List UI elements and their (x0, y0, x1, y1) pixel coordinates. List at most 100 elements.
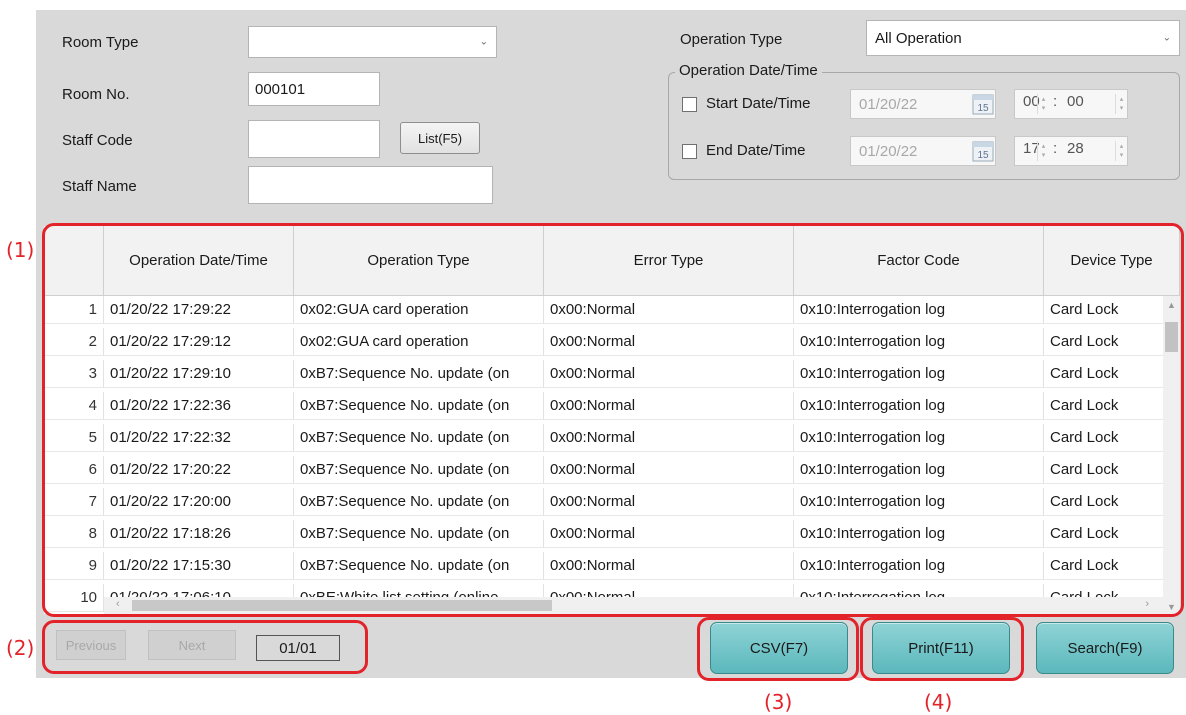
cell-operation-type: 0xB7:Sequence No. update (on (294, 552, 544, 580)
room-type-dropdown[interactable]: ⌄ (248, 26, 497, 58)
calendar-day: 15 (977, 150, 989, 161)
cell-operation-datetime: 01/20/22 17:20:22 (104, 456, 294, 484)
column-header-error-type[interactable]: Error Type (544, 226, 794, 296)
cell-operation-datetime: 01/20/22 17:22:36 (104, 392, 294, 420)
row-number: 6 (44, 456, 104, 484)
cell-device-type: Card Lock (1044, 424, 1164, 452)
cell-device-type: Card Lock (1044, 328, 1164, 356)
row-number: 4 (44, 392, 104, 420)
start-date-value: 01/20/22 (859, 95, 918, 113)
end-minute: 28 (1067, 140, 1084, 157)
calendar-icon[interactable]: 15 (972, 140, 994, 162)
row-number: 1 (44, 296, 104, 324)
table-row[interactable]: 8 01/20/22 17:18:26 0xB7:Sequence No. upda… (44, 520, 1164, 548)
start-datetime-checkbox[interactable] (682, 97, 697, 112)
list-button[interactable]: List(F5) (400, 122, 480, 154)
table-row[interactable]: 2 01/20/22 17:29:12 0x02:GUA card operatio… (44, 328, 1164, 356)
hour-spinner-icon[interactable]: ▴ ▾ (1037, 141, 1049, 161)
column-header-operation-datetime[interactable]: Operation Date/Time (104, 226, 294, 296)
row-number: 8 (44, 520, 104, 548)
cell-factor-code: 0x10:Interrogation log (794, 328, 1044, 356)
cell-device-type: Card Lock (1044, 360, 1164, 388)
table-row[interactable]: 1 01/20/22 17:29:22 0x02:GUA card operatio… (44, 296, 1164, 324)
cell-operation-type: 0xB7:Sequence No. update (on (294, 424, 544, 452)
row-number: 3 (44, 360, 104, 388)
cell-error-type: 0x00:Normal (544, 520, 794, 548)
start-time-picker[interactable]: 00 : 00 ▴ ▾ ▴ ▾ (1014, 89, 1128, 119)
staff-code-label: Staff Code (62, 132, 133, 149)
cell-operation-type: 0x02:GUA card operation (294, 328, 544, 356)
cell-operation-type: 0xB7:Sequence No. update (on (294, 360, 544, 388)
staff-code-input[interactable] (248, 120, 380, 158)
cell-factor-code: 0x10:Interrogation log (794, 520, 1044, 548)
calendar-icon[interactable]: 15 (972, 93, 994, 115)
vertical-scrollbar[interactable]: ▲ ▼ (1163, 296, 1180, 614)
callout-label-2: (2) (6, 636, 35, 660)
operation-type-dropdown[interactable]: All Operation ⌄ (866, 20, 1180, 56)
previous-button[interactable]: Previous (56, 630, 126, 660)
cell-operation-datetime: 01/20/22 17:29:22 (104, 296, 294, 324)
cell-device-type: Card Lock (1044, 296, 1164, 324)
row-number: 2 (44, 328, 104, 356)
start-datetime-label: Start Date/Time (706, 95, 811, 112)
cell-error-type: 0x00:Normal (544, 488, 794, 516)
cell-device-type: Card Lock (1044, 488, 1164, 516)
cell-factor-code: 0x10:Interrogation log (794, 552, 1044, 580)
chevron-down-icon: ⌄ (1162, 32, 1171, 44)
page-indicator: 01/01 (256, 635, 340, 661)
end-time-picker[interactable]: 17 : 28 ▴ ▾ ▴ ▾ (1014, 136, 1128, 166)
end-datetime-checkbox[interactable] (682, 144, 697, 159)
minute-spinner-icon[interactable]: ▴ ▾ (1115, 141, 1127, 161)
staff-name-input[interactable] (248, 166, 493, 204)
cell-operation-type: 0xB7:Sequence No. update (on (294, 488, 544, 516)
operation-type-label: Operation Type (680, 31, 783, 48)
scroll-down-icon[interactable]: ▼ (1167, 602, 1176, 612)
table-row[interactable]: 4 01/20/22 17:22:36 0xB7:Sequence No. upda… (44, 392, 1164, 420)
cell-device-type: Card Lock (1044, 392, 1164, 420)
column-header-operation-type[interactable]: Operation Type (294, 226, 544, 296)
scroll-thumb[interactable] (132, 600, 552, 611)
scroll-right-icon[interactable]: › (1145, 598, 1149, 610)
callout-label-4: (4) (924, 690, 953, 714)
horizontal-scrollbar[interactable]: ‹ › (104, 597, 1163, 614)
row-number: 10 (44, 584, 104, 612)
row-number-header (44, 226, 104, 296)
minute-spinner-icon[interactable]: ▴ ▾ (1115, 94, 1127, 114)
time-separator: : (1053, 140, 1058, 157)
cell-error-type: 0x00:Normal (544, 392, 794, 420)
scroll-up-icon[interactable]: ▲ (1167, 300, 1176, 310)
cell-operation-datetime: 01/20/22 17:29:12 (104, 328, 294, 356)
callout-label-1: (1) (6, 238, 35, 262)
table-row[interactable]: 7 01/20/22 17:20:00 0xB7:Sequence No. upda… (44, 488, 1164, 516)
results-grid[interactable]: Operation Date/Time Operation Type Error… (44, 226, 1180, 614)
scroll-thumb[interactable] (1165, 322, 1178, 352)
operation-type-value: All Operation (875, 29, 962, 47)
callout-label-3: (3) (764, 690, 793, 714)
table-row[interactable]: 3 01/20/22 17:29:10 0xB7:Sequence No. upda… (44, 360, 1164, 388)
cell-factor-code: 0x10:Interrogation log (794, 424, 1044, 452)
table-row[interactable]: 9 01/20/22 17:15:30 0xB7:Sequence No. upda… (44, 552, 1164, 580)
cell-device-type: Card Lock (1044, 552, 1164, 580)
csv-button[interactable]: CSV(F7) (710, 622, 848, 674)
column-header-factor-code[interactable]: Factor Code (794, 226, 1044, 296)
row-number: 7 (44, 488, 104, 516)
table-row[interactable]: 5 01/20/22 17:22:32 0xB7:Sequence No. upda… (44, 424, 1164, 452)
table-row[interactable]: 6 01/20/22 17:20:22 0xB7:Sequence No. upda… (44, 456, 1164, 484)
next-button[interactable]: Next (148, 630, 236, 660)
cell-device-type: Card Lock (1044, 456, 1164, 484)
hour-spinner-icon[interactable]: ▴ ▾ (1037, 94, 1049, 114)
cell-operation-datetime: 01/20/22 17:20:00 (104, 488, 294, 516)
search-button[interactable]: Search(F9) (1036, 622, 1174, 674)
room-no-label: Room No. (62, 86, 130, 103)
scroll-left-icon[interactable]: ‹ (116, 598, 120, 610)
start-minute: 00 (1067, 93, 1084, 110)
cell-operation-type: 0x02:GUA card operation (294, 296, 544, 324)
cell-error-type: 0x00:Normal (544, 296, 794, 324)
operation-datetime-legend: Operation Date/Time (675, 62, 822, 79)
staff-name-label: Staff Name (62, 178, 137, 195)
cell-operation-datetime: 01/20/22 17:15:30 (104, 552, 294, 580)
cell-error-type: 0x00:Normal (544, 552, 794, 580)
room-no-input[interactable]: 000101 (248, 72, 380, 106)
print-button[interactable]: Print(F11) (872, 622, 1010, 674)
column-header-device-type[interactable]: Device Type (1044, 226, 1180, 296)
